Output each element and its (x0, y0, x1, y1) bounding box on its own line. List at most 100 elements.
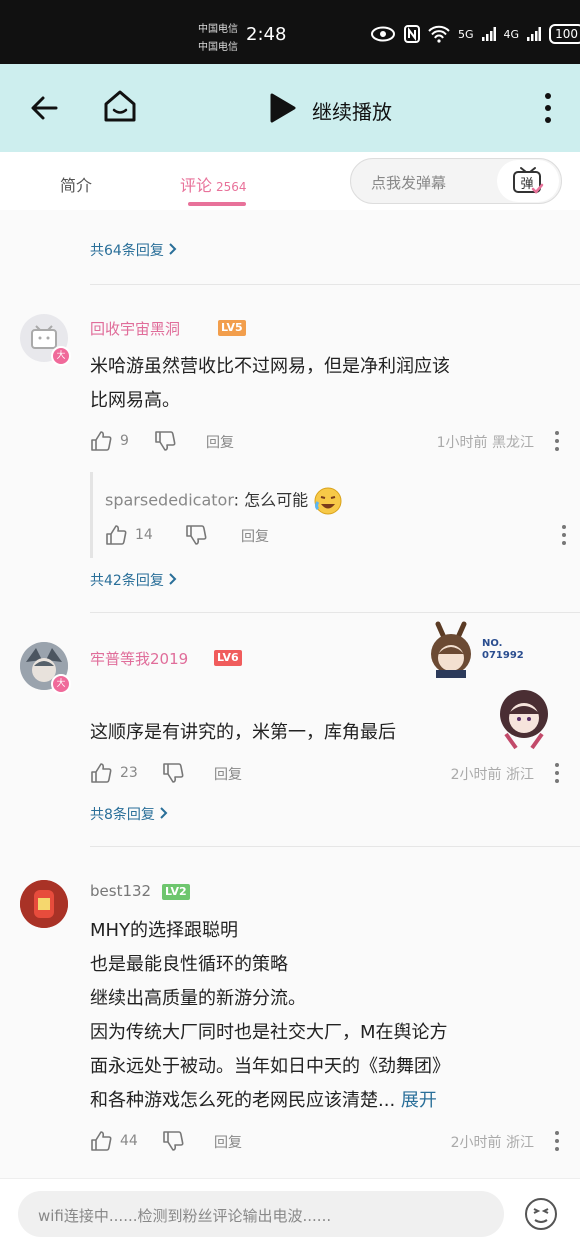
thumbs-down-icon (163, 763, 184, 783)
comment-input-bar: wifi连接中......检测到粉丝评论输出电波...... (0, 1178, 580, 1248)
like-count: 44 (120, 1133, 138, 1149)
status-icons: 5G 4G 100 (370, 24, 580, 44)
medal-number: NO. 071992 (482, 638, 524, 661)
comment-username[interactable]: best132 (90, 882, 151, 900)
comment-input[interactable]: wifi连接中......检测到粉丝评论输出电波...... (18, 1191, 504, 1237)
comment-actions: 23 回复 2小时前 浙江 (90, 762, 560, 786)
more-replies-link[interactable]: 共64条回复 (90, 240, 178, 260)
comment-meta: 2小时前 浙江 (450, 767, 534, 783)
comment-list[interactable]: 共64条回复 大 回收宇宙黑洞 LV5 米哈游虽然营收比不过网易，但是净利润应该… (0, 210, 580, 1178)
tab-comments[interactable]: 评论 2564 (180, 172, 247, 196)
laugh-cry-emoji-icon (314, 487, 342, 515)
comment-text: MHY的选择跟聪明 也是最能良性循环的策略 继续出高质量的新游分流。 因为传统大… (90, 914, 560, 1118)
comment-actions: 44 回复 2小时前 浙江 (90, 1130, 560, 1154)
dislike-button[interactable] (185, 524, 207, 550)
carrier-label-2: 中国电信 (198, 42, 238, 53)
danmaku-button-label: 弹 (520, 177, 533, 192)
danmaku-placeholder: 点我发弹幕 (371, 174, 447, 192)
dislike-button[interactable] (162, 762, 184, 788)
comment-text-line: MHY的选择跟聪明 (90, 920, 239, 941)
comment-actions: 9 回复 1小时前 黑龙江 (90, 430, 560, 454)
comment-username[interactable]: 牢普等我2019 (90, 648, 188, 669)
thumbs-up-icon (106, 525, 127, 545)
comment-text-line: 也是最能良性循环的策略 (90, 954, 288, 975)
thumbs-down-icon (163, 1131, 184, 1151)
danmaku-tv-icon: 弹 (513, 167, 544, 194)
sub-reply-text: sparsededicator: 怎么可能 (105, 486, 560, 516)
thumbs-down-icon (155, 431, 176, 451)
like-button[interactable]: 14 (105, 524, 153, 546)
network-4g-label: 4G (503, 27, 520, 41)
tab-intro[interactable]: 简介 (60, 172, 92, 196)
emoji-icon[interactable] (524, 1197, 558, 1231)
network-5g-label: 5G (458, 27, 474, 41)
comment-text-line: 米哈游虽然营收比不过网易，但是净利润应该 (90, 356, 450, 377)
comment-text-line: 因为传统大厂同时也是社交大厂，M在舆论方 (90, 1022, 448, 1043)
more-vertical-icon[interactable] (554, 1130, 560, 1152)
level-badge: LV2 (162, 884, 190, 900)
battery-indicator: 100 (549, 24, 580, 44)
expand-link[interactable]: 展开 (401, 1090, 437, 1111)
comment-text-line: 继续出高质量的新游分流。 (90, 988, 306, 1009)
dislike-button[interactable] (154, 430, 176, 456)
sub-reply-actions: 14 回复 (105, 524, 566, 550)
status-bar: 中国电信 中国电信 2:48 5G 4G 100 (0, 0, 580, 64)
carrier-label-1: 中国电信 (198, 24, 238, 35)
comment-username[interactable]: 回收宇宙黑洞 (90, 318, 180, 339)
nfc-icon (404, 25, 420, 43)
sub-reply-content: 怎么可能 (244, 490, 309, 510)
chevron-right-icon (169, 243, 177, 255)
comment-text: 米哈游虽然营收比不过网易，但是净利润应该 比网易高。 (90, 350, 560, 418)
like-button[interactable]: 44 (90, 1130, 138, 1152)
level-badge: LV6 (214, 650, 242, 666)
home-icon[interactable] (102, 88, 138, 124)
thumbs-up-icon (91, 431, 112, 451)
reply-button[interactable]: 回复 (241, 526, 269, 546)
tab-comments-label: 评论 (180, 176, 213, 195)
chevron-right-icon (169, 573, 177, 585)
comment-count: 2564 (216, 180, 247, 194)
thumbs-down-icon (186, 525, 207, 545)
reply-button[interactable]: 回复 (206, 432, 234, 452)
comment-text: 这顺序是有讲究的，米第一，库角最后 (90, 716, 560, 750)
danmaku-toggle-button[interactable]: 弹 (497, 160, 559, 202)
like-count: 9 (120, 433, 129, 449)
level-badge: LV5 (218, 320, 246, 336)
vip-badge: 大 (51, 346, 71, 366)
play-icon[interactable] (268, 92, 298, 124)
more-vertical-icon[interactable] (554, 762, 560, 784)
comment-text-line: 比网易高。 (90, 390, 180, 411)
like-count: 14 (135, 527, 153, 543)
thumbs-up-icon (91, 1131, 112, 1151)
continue-play-label[interactable]: 继续播放 (312, 96, 392, 125)
reply-button[interactable]: 回复 (214, 1132, 242, 1152)
divider (90, 284, 580, 285)
divider (90, 612, 580, 613)
divider (90, 846, 580, 847)
avatar[interactable] (20, 880, 68, 928)
comment-input-placeholder: wifi连接中......检测到粉丝评论输出电波...... (38, 1207, 332, 1225)
more-replies-link[interactable]: 共42条回复 (90, 570, 178, 590)
lantern-avatar-icon (20, 880, 68, 928)
thumbs-up-icon (91, 763, 112, 783)
like-button[interactable]: 23 (90, 762, 138, 784)
comment-meta: 2小时前 浙江 (450, 1135, 534, 1151)
eye-icon (371, 26, 395, 42)
more-replies-link[interactable]: 共8条回复 (90, 804, 169, 824)
danmaku-input[interactable]: 点我发弹幕 弹 (350, 158, 562, 204)
comment-meta: 1小时前 黑龙江 (436, 435, 534, 451)
chevron-right-icon (160, 807, 168, 819)
sub-reply[interactable]: sparsededicator: 怎么可能 14 回复 (90, 472, 566, 558)
more-vertical-icon[interactable] (538, 90, 558, 126)
signal-icon (527, 27, 542, 41)
sub-reply-username[interactable]: sparsededicator (105, 491, 234, 510)
like-count: 23 (120, 765, 138, 781)
reply-button[interactable]: 回复 (214, 764, 242, 784)
comment-text-line: 面永远处于被动。当年如日中天的《劲舞团》 (90, 1056, 450, 1077)
like-button[interactable]: 9 (90, 430, 129, 452)
back-arrow-icon[interactable] (28, 92, 60, 124)
more-vertical-icon[interactable] (561, 524, 567, 546)
more-vertical-icon[interactable] (554, 430, 560, 452)
dislike-button[interactable] (162, 1130, 184, 1156)
comment-text-line: 和各种游戏怎么死的老网民应该清楚... 展开 (90, 1090, 437, 1111)
